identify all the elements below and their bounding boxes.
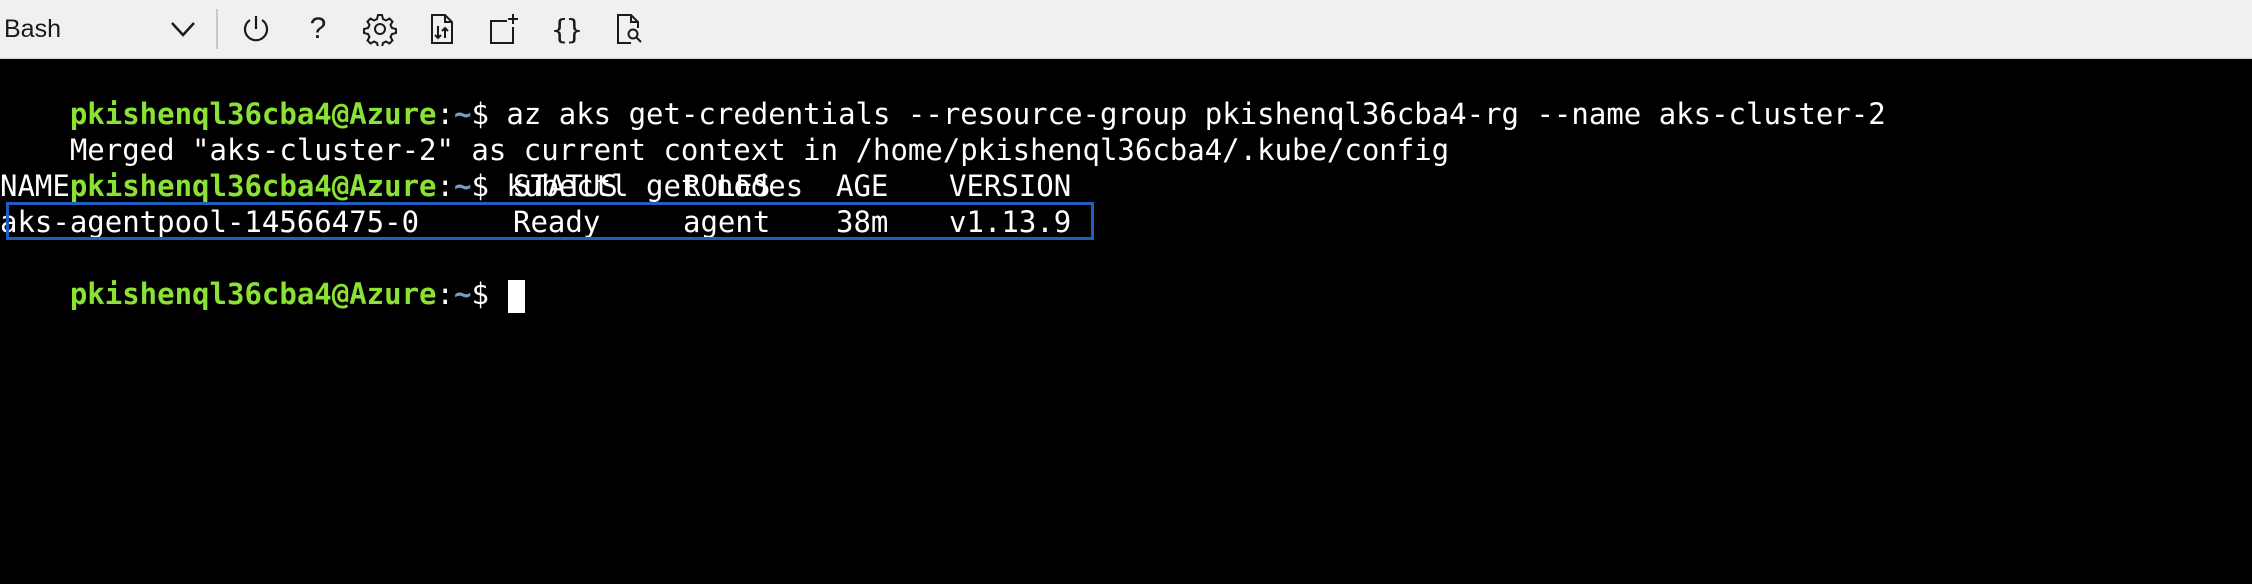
terminal-line-command-get-nodes: pkishenql36cba4@Azure:~$ kubectl get nod… [0,132,803,203]
prompt-user-host: pkishenql36cba4@Azure [69,277,437,311]
chevron-down-icon [171,22,195,37]
new-session-icon [490,14,518,44]
table-header-row: NAME STATUS ROLES AGE VERSION [0,168,1100,204]
terminal-line-command-credentials: pkishenql36cba4@Azure:~$ az aks get-cred… [0,60,1886,131]
editor-button[interactable]: {} [542,5,590,53]
file-transfer-icon [431,14,453,44]
settings-button[interactable] [356,5,404,53]
question-icon: ? [309,12,327,45]
header-roles: ROLES [683,169,771,203]
prompt-colon: : [436,277,454,311]
help-button[interactable]: ? [294,5,342,53]
terminal-line-active-prompt: pkishenql36cba4@Azure:~$ [0,240,526,313]
prompt-path: ~ [453,277,472,311]
header-version: VERSION [949,169,1072,203]
terminal-output[interactable]: pkishenql36cba4@Azure:~$ az aks get-cred… [0,60,2252,584]
header-age: AGE [836,169,889,203]
shell-type-value: Bash [4,14,61,43]
terminal-cursor [508,279,526,313]
prompt-symbol: $ [471,277,489,311]
restart-button[interactable] [232,5,280,53]
braces-icon: {} [551,12,583,46]
terminal-line-output: Merged "aks-cluster-2" as current contex… [0,96,1449,167]
file-preview-icon [617,14,642,44]
web-preview-button[interactable] [604,5,652,53]
header-status: STATUS [513,169,618,203]
power-icon [243,16,269,42]
node-row-highlight-box [6,202,1094,240]
cloud-shell-toolbar: Bash ? {} [0,0,2252,59]
new-session-button[interactable] [480,5,528,53]
gear-icon [363,14,397,46]
shell-type-select[interactable]: Bash [4,7,204,51]
header-name: NAME [0,169,70,203]
upload-download-button[interactable] [418,5,466,53]
toolbar-divider [216,9,218,49]
